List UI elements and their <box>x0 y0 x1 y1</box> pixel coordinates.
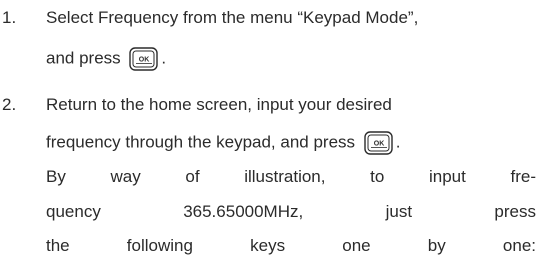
step-number: 2. <box>2 95 17 114</box>
step-text-line: and press OK . <box>46 47 166 71</box>
step-text-line: By way of illustration, to input fre- <box>46 167 536 186</box>
step-text-line: Select Frequency from the menu “Keypad M… <box>46 8 419 27</box>
step-text-line: frequency through the keypad, and press … <box>46 131 401 155</box>
step-text: . <box>395 132 401 152</box>
ok-key-label: OK <box>139 57 150 64</box>
step-number: 1. <box>2 8 17 27</box>
step-text: and press <box>46 48 121 68</box>
ok-key-label: OK <box>374 141 385 148</box>
step-text: . <box>161 48 167 68</box>
step-text-line: Return to the home screen, input your de… <box>46 95 392 114</box>
ok-key-icon: OK <box>364 131 394 155</box>
ok-key-icon: OK <box>129 47 159 71</box>
step-text-line: the following keys one by one: <box>46 236 536 255</box>
step-text-line: quency 365.65000MHz, just press <box>46 202 536 221</box>
step-text: frequency through the keypad, and press <box>46 132 356 152</box>
